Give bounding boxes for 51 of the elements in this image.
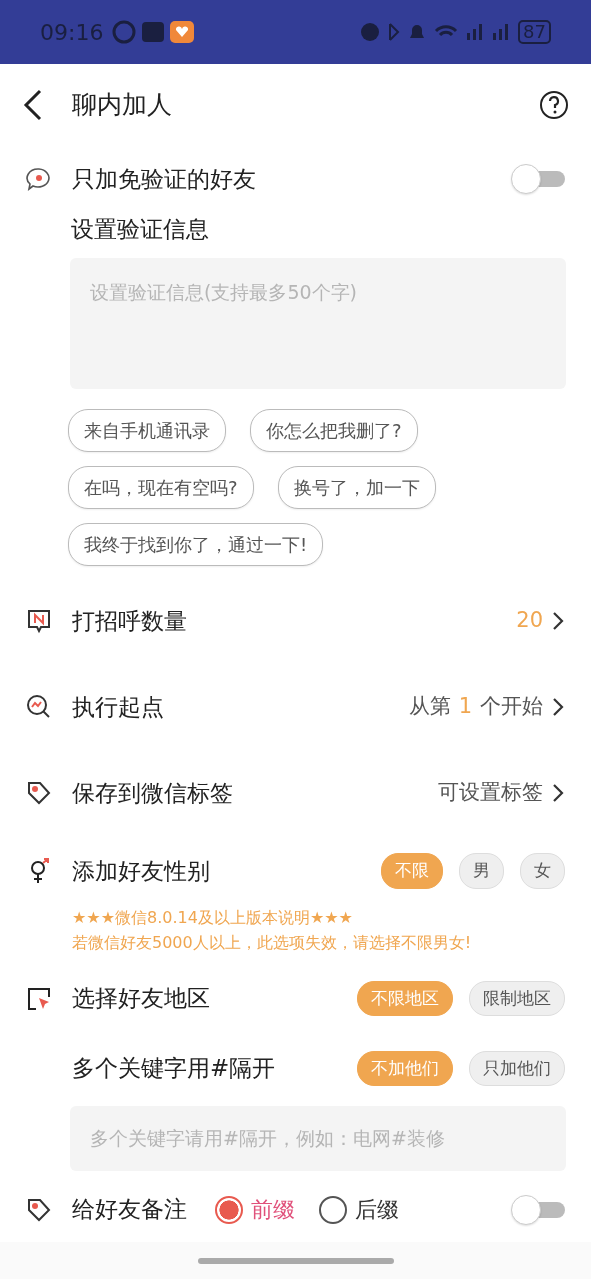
option-pill[interactable]: 只加他们 [469, 1050, 565, 1087]
chevron-icon[interactable] [551, 610, 565, 632]
toggle-switch[interactable] [511, 164, 565, 194]
setting-label: 给好友备注 [72, 1195, 187, 1225]
radio-label: 后缀 [355, 1196, 399, 1225]
signal-icon [492, 23, 511, 41]
setting-label: 打招呼数量 [72, 606, 187, 636]
setting-label: 多个关键字用#隔开 [72, 1054, 276, 1084]
notice-icon [26, 608, 52, 634]
chevron-icon[interactable] [551, 782, 565, 804]
radio-button[interactable] [319, 1195, 347, 1224]
setting-value: 个开始 [480, 693, 543, 721]
setting-value: 1 [458, 693, 472, 721]
setting-value: 20 [516, 607, 543, 635]
setting-label: 选择好友地区 [72, 984, 210, 1014]
chart-search-icon [26, 694, 52, 720]
speech-bubble-icon [26, 166, 52, 192]
option-pill[interactable]: 限制地区 [469, 980, 565, 1017]
setting-label: 只加免验证的好友 [72, 164, 256, 194]
option-pill[interactable]: 男 [459, 853, 504, 889]
phrase-chip[interactable]: 换号了，加一下 [277, 466, 436, 509]
cursor-icon [26, 985, 52, 1012]
phrase-chip[interactable]: 我终于找到你了，通过一下! [68, 523, 324, 566]
heart-app-icon [169, 20, 196, 44]
phrase-chip[interactable]: 在吗，现在有空吗? [68, 466, 254, 509]
radio-button[interactable] [215, 1195, 243, 1224]
option-pill[interactable]: 女 [520, 853, 565, 889]
phrase-chip[interactable]: 来自手机通讯录 [68, 409, 226, 452]
page-title: 聊内加人 [72, 89, 172, 122]
section-label: 设置验证信息 [71, 215, 210, 244]
back-icon[interactable] [22, 89, 44, 121]
toggle-switch[interactable] [511, 1194, 565, 1225]
radio-label: 前缀 [251, 1196, 295, 1225]
note-text: ★★★微信8.0.14及以上版本说明★★★ [72, 907, 354, 929]
status-time: 09:16 [40, 18, 104, 47]
setting-label: 执行起点 [72, 692, 164, 722]
tag-icon [26, 780, 52, 806]
signal-icon [466, 23, 485, 41]
setting-label: 保存到微信标签 [72, 778, 233, 808]
message-field[interactable]: 设置验证信息(支持最多50个字) [70, 258, 566, 389]
setting-label: 添加好友性别 [72, 856, 210, 886]
setting-value: 从第 [408, 693, 451, 721]
setting-value: 可设置标签 [438, 779, 543, 807]
chevron-icon[interactable] [551, 696, 565, 718]
battery-level: 87 [518, 20, 551, 44]
keyword-field[interactable]: 多个关键字请用#隔开，例如：电网#装修 [70, 1105, 566, 1171]
help-icon[interactable] [539, 90, 569, 120]
note-text: 若微信好友5000人以上，此选项失效，请选择不限男女! [72, 931, 473, 954]
phrase-chip[interactable]: 你怎么把我删了? [250, 409, 418, 452]
nfc-icon [141, 21, 166, 43]
tag-icon [26, 1196, 52, 1223]
